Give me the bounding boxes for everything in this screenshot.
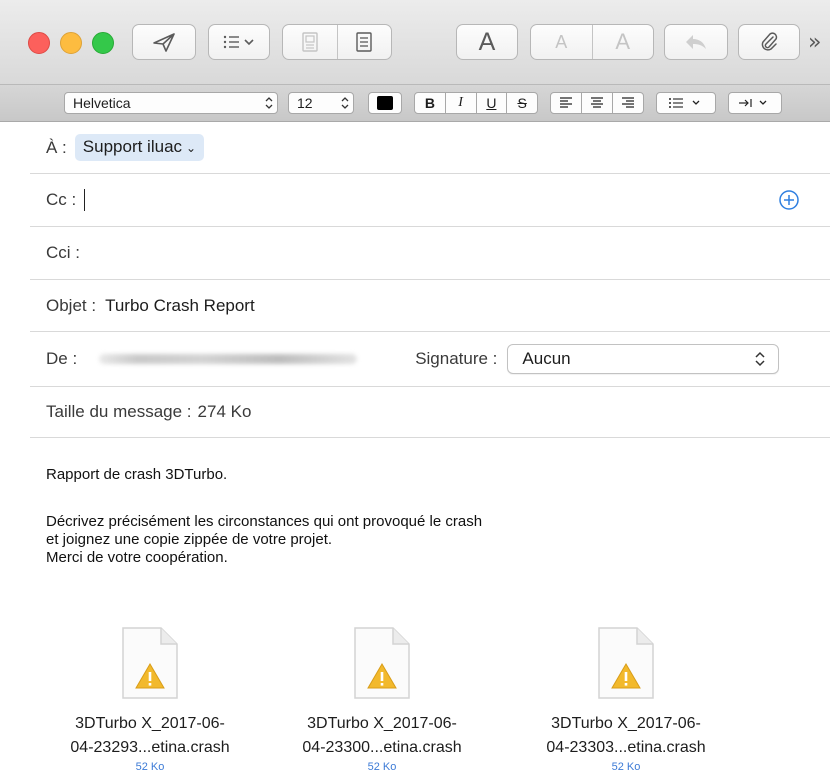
up-down-icon bbox=[337, 96, 353, 111]
format-bar-toggle[interactable] bbox=[336, 25, 392, 59]
redacted-sender-address[interactable] bbox=[99, 354, 358, 364]
body-line[interactable]: et joignez une copie zippée de votre pro… bbox=[46, 531, 332, 549]
text-smaller-icon: A bbox=[555, 31, 568, 52]
text-format-icon bbox=[356, 32, 372, 52]
italic-button[interactable]: I bbox=[444, 93, 476, 113]
body-line[interactable]: Rapport de crash 3DTurbo. bbox=[46, 466, 227, 484]
font-size-value: 12 bbox=[297, 95, 313, 111]
attachment-name-line: 04-23300...etina.crash bbox=[302, 739, 462, 756]
chevron-down-icon: ⌄ bbox=[186, 141, 197, 155]
stationery-button[interactable] bbox=[283, 25, 337, 59]
larger-text-button[interactable]: A bbox=[591, 25, 654, 59]
bcc-field-row[interactable]: Cci : bbox=[30, 227, 830, 280]
up-down-icon bbox=[261, 96, 277, 111]
font-family-value: Helvetica bbox=[73, 95, 131, 111]
send-button[interactable] bbox=[132, 24, 196, 60]
text-color-well[interactable] bbox=[368, 92, 402, 114]
list-menu-icon bbox=[223, 35, 254, 49]
reply-arrow-icon bbox=[686, 35, 706, 49]
toolbar-overflow-icon[interactable]: » bbox=[808, 30, 822, 55]
attachment-item[interactable]: 3DTurbo X_2017-06- 04-23300...etina.cras… bbox=[262, 626, 502, 774]
attachment-name: 3DTurbo X_2017-06- 04-23303...etina.cras… bbox=[506, 712, 746, 760]
cc-label: Cc : bbox=[46, 190, 77, 209]
attachment-name: 3DTurbo X_2017-06- 04-23293...etina.cras… bbox=[30, 712, 270, 760]
attachment-name: 3DTurbo X_2017-06- 04-23300...etina.cras… bbox=[262, 712, 502, 760]
signature-label: Signature : bbox=[415, 349, 498, 368]
from-field-row: De : Signature : Aucun bbox=[30, 332, 830, 387]
attachment-name-line: 3DTurbo X_2017-06- bbox=[551, 715, 701, 732]
paper-plane-icon bbox=[153, 33, 175, 52]
indent-select[interactable] bbox=[728, 92, 782, 114]
align-right-icon bbox=[622, 97, 634, 108]
from-label: De : bbox=[46, 349, 78, 368]
attachment-item[interactable]: 3DTurbo X_2017-06- 04-23303...etina.cras… bbox=[506, 626, 746, 774]
attachment-item[interactable]: 3DTurbo X_2017-06- 04-23293...etina.cras… bbox=[30, 626, 270, 774]
bold-button[interactable]: B bbox=[415, 93, 445, 113]
subject-field-row[interactable]: Objet : Turbo Crash Report bbox=[30, 280, 830, 332]
bcc-label: Cci : bbox=[46, 243, 80, 262]
bulleted-list-icon bbox=[669, 98, 700, 108]
font-button[interactable]: A bbox=[456, 24, 518, 60]
close-window-button[interactable] bbox=[28, 32, 50, 54]
font-A-icon: A bbox=[478, 27, 496, 56]
paperclip-icon bbox=[761, 32, 778, 51]
signature-select[interactable]: Aucun bbox=[507, 344, 780, 374]
reply-button[interactable] bbox=[664, 24, 728, 60]
list-style-select[interactable] bbox=[656, 92, 716, 114]
alignment-group bbox=[550, 92, 644, 114]
size-value: 274 Ko bbox=[197, 402, 252, 421]
to-label: À : bbox=[46, 137, 67, 157]
underline-button[interactable]: U bbox=[475, 93, 507, 113]
recipient-name: Support iluac bbox=[82, 137, 183, 156]
text-size-buttons: A A bbox=[530, 24, 654, 60]
format-bar: Helvetica 12 B I U S bbox=[0, 84, 830, 122]
add-contact-icon[interactable] bbox=[778, 189, 800, 211]
color-swatch bbox=[377, 96, 393, 110]
text-style-group: B I U S bbox=[414, 92, 538, 114]
text-cursor bbox=[84, 189, 86, 211]
body-line[interactable]: Merci de votre coopération. bbox=[46, 549, 228, 567]
recipient-token[interactable]: Support iluac ⌄ bbox=[74, 134, 205, 161]
align-right-button[interactable] bbox=[612, 93, 643, 113]
crash-file-icon bbox=[354, 627, 410, 699]
attachment-name-line: 04-23293...etina.crash bbox=[70, 739, 230, 756]
attachment-size: 52 Ko bbox=[367, 761, 397, 773]
text-larger-icon: A bbox=[615, 29, 631, 54]
subject-input[interactable]: Turbo Crash Report bbox=[105, 296, 255, 316]
window-toolbar: A A A » bbox=[0, 0, 830, 84]
header-fields-button[interactable] bbox=[208, 24, 270, 60]
attachment-name-line: 04-23303...etina.crash bbox=[546, 739, 706, 756]
up-down-icon bbox=[755, 351, 765, 367]
font-family-select[interactable]: Helvetica bbox=[64, 92, 278, 114]
smaller-text-button[interactable]: A bbox=[531, 25, 592, 59]
indent-icon bbox=[739, 99, 767, 107]
attachment-size: 52 Ko bbox=[135, 761, 165, 773]
signature-value: Aucun bbox=[522, 349, 571, 368]
attachment-name-line: 3DTurbo X_2017-06- bbox=[75, 715, 225, 732]
align-left-icon bbox=[560, 97, 572, 108]
stationery-icon bbox=[302, 32, 318, 52]
to-field-row: À : Support iluac ⌄ bbox=[30, 122, 830, 174]
align-center-icon bbox=[591, 97, 603, 108]
attachment-size: 52 Ko bbox=[611, 761, 641, 773]
crash-file-icon bbox=[598, 627, 654, 699]
attachment-name-line: 3DTurbo X_2017-06- bbox=[307, 715, 457, 732]
cc-field-row[interactable]: Cc : bbox=[30, 174, 830, 227]
strikethrough-button[interactable]: S bbox=[506, 93, 537, 113]
subject-label: Objet : bbox=[46, 295, 97, 315]
attach-button[interactable] bbox=[738, 24, 800, 60]
crash-file-icon bbox=[122, 627, 178, 699]
stationery-format-group bbox=[282, 24, 392, 60]
minimize-window-button[interactable] bbox=[60, 32, 82, 54]
align-left-button[interactable] bbox=[551, 93, 581, 113]
zoom-window-button[interactable] bbox=[92, 32, 114, 54]
align-center-button[interactable] bbox=[581, 93, 612, 113]
size-label: Taille du message : bbox=[46, 402, 192, 421]
font-size-select[interactable]: 12 bbox=[288, 92, 354, 114]
message-size-row: Taille du message : 274 Ko bbox=[30, 387, 830, 438]
body-line[interactable]: Décrivez précisément les circonstances q… bbox=[46, 513, 482, 531]
